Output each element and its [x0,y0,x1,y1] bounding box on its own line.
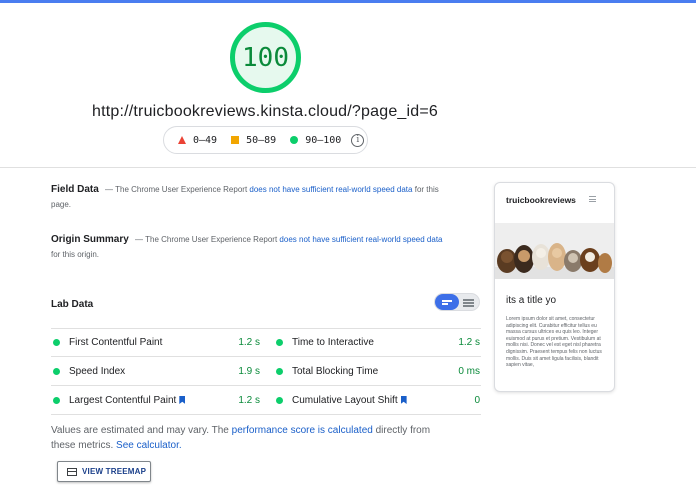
estimate-note: Values are estimated and may vary. The p… [51,423,451,453]
pass-circle-icon [53,338,60,346]
pass-circle-icon [276,338,283,346]
treemap-icon [67,467,77,476]
metric-value: 1.9 s [238,365,260,377]
origin-summary-text-after: for this origin. [51,250,100,259]
metrics-view-toggle[interactable] [434,293,480,311]
bookmark-icon[interactable] [179,396,186,404]
page-screenshot-thumbnail: truicbookreviews its a title yo Lorem ip… [494,182,615,392]
preview-body-text: Lorem ipsum dolor sit amet, consectetur … [506,316,602,369]
legend-average: 50–89 [231,135,276,146]
field-data-text-before: — The Chrome User Experience Report [105,185,248,194]
section-divider [0,167,696,168]
origin-summary-link[interactable]: does not have sufficient real-world spee… [279,235,442,244]
see-calculator-link[interactable]: See calculator. [116,440,182,451]
metric-value: 1.2 s [238,394,260,406]
info-icon[interactable]: i [351,133,365,147]
toggle-summary-view-icon[interactable] [435,294,459,310]
legend-fail: 0–49 [178,135,217,146]
metrics-row: Largest Contentful Paint 1.2 s Cumulativ… [51,386,481,414]
tested-url: http://truicbookreviews.kinsta.cloud/?pa… [91,103,439,120]
preview-post-heading: its a title yo [506,295,557,306]
score-legend: 0–49 50–89 90–100 i [163,126,368,154]
metric-cumulative-layout-shift: Cumulative Layout Shift [276,386,407,414]
pass-circle-icon [290,136,299,144]
metric-value: 1.2 s [458,336,480,348]
field-data-section: Field Data — The Chrome User Experience … [51,182,451,212]
metric-value: 1.2 s [238,336,260,348]
fail-triangle-icon [178,136,186,144]
metric-speed-index: Speed Index [53,357,125,385]
performance-score-value: 100 [242,42,289,73]
origin-summary-text-before: — The Chrome User Experience Report [135,235,278,244]
metric-first-contentful-paint: First Contentful Paint [53,328,162,356]
legend-pass-range: 90–100 [305,134,342,146]
field-data-heading: Field Data [51,184,99,195]
bookmark-icon[interactable] [400,396,407,404]
pass-circle-icon [276,396,283,404]
pass-circle-icon [276,367,283,375]
metric-value: 0 [474,394,480,406]
metric-time-to-interactive: Time to Interactive [276,328,374,356]
legend-pass: 90–100 [290,135,341,146]
menu-icon [589,196,596,202]
field-data-link[interactable]: does not have sufficient real-world spee… [249,185,412,194]
metric-label: Total Blocking Time [292,365,379,377]
metric-value: 0 ms [458,365,480,377]
origin-summary-section: Origin Summary — The Chrome User Experie… [51,232,451,262]
metric-largest-contentful-paint: Largest Contentful Paint [53,386,186,414]
metric-label: Time to Interactive [292,336,374,348]
lab-data-heading: Lab Data [51,299,94,310]
preview-site-title: truicbookreviews [506,195,576,205]
metric-label: First Contentful Paint [69,336,163,348]
view-treemap-label: VIEW TREEMAP [82,467,147,476]
metrics-row: Speed Index 1.9 s Total Blocking Time 0 … [51,357,481,385]
pass-circle-icon [53,367,60,375]
view-treemap-button[interactable]: VIEW TREEMAP [57,461,151,482]
metrics-divider [51,414,481,415]
average-square-icon [231,136,240,144]
metric-label: Largest Contentful Paint [69,394,177,406]
metric-label: Cumulative Layout Shift [292,394,398,406]
metric-total-blocking-time: Total Blocking Time [276,357,378,385]
top-accent-bar [0,0,696,3]
pass-circle-icon [53,396,60,404]
note-text-1: Values are estimated and may vary. The [51,425,229,436]
legend-fail-range: 0–49 [193,134,218,146]
performance-score-link[interactable]: performance score is calculated [232,425,373,436]
preview-dogs-image [495,223,614,279]
metrics-row: First Contentful Paint 1.2 s Time to Int… [51,328,481,356]
origin-summary-heading: Origin Summary [51,234,129,245]
legend-average-range: 50–89 [246,134,277,146]
metric-label: Speed Index [69,365,126,377]
